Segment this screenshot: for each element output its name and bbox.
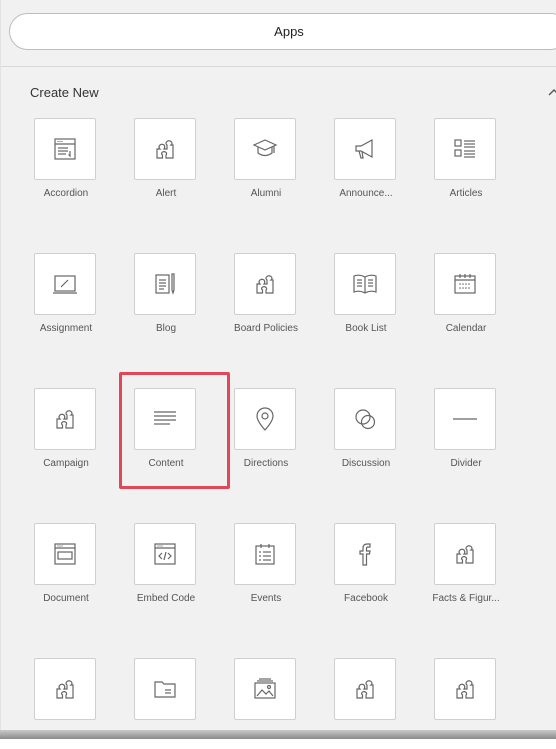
graduation-cap-icon — [252, 139, 278, 157]
tile-label: Divider — [450, 458, 482, 469]
tile-events[interactable]: Events — [234, 523, 296, 604]
tile-assignment[interactable]: Assignment — [34, 253, 96, 334]
megaphone-icon — [355, 138, 373, 159]
tile-embed-code[interactable]: Embed Code — [134, 523, 196, 604]
section-title: Create New — [30, 84, 99, 100]
tile-label: Events — [250, 593, 282, 604]
tile-row5-5[interactable] — [434, 658, 496, 720]
text-lines-icon — [154, 411, 176, 425]
tile-label: Blog — [155, 323, 176, 334]
tile-alumni[interactable]: Alumni — [234, 118, 296, 199]
blog-icon — [155, 273, 175, 295]
app-tile-grid: Accordion Alert Alumni Announce... Artic… — [34, 118, 500, 720]
document-window-icon — [54, 543, 76, 565]
tile-announcements[interactable]: Announce... — [334, 118, 396, 199]
tile-label: Discussion — [341, 458, 391, 469]
apps-button-label: Apps — [274, 24, 304, 39]
code-window-icon — [154, 543, 176, 565]
tile-facts-figures[interactable]: Facts & Figur... — [432, 523, 500, 604]
section-divider — [1, 66, 556, 67]
tile-label: Calendar — [445, 323, 487, 334]
tile-book-list[interactable]: Book List — [334, 253, 396, 334]
tile-label: Alert — [155, 188, 177, 199]
tile-row5-4[interactable] — [334, 658, 396, 720]
create-new-header[interactable]: Create New — [1, 72, 556, 112]
tile-calendar[interactable]: Calendar — [434, 253, 496, 334]
puzzle-icon — [56, 410, 74, 429]
tile-campaign[interactable]: Campaign — [34, 388, 96, 469]
tile-content[interactable]: Content — [119, 372, 230, 489]
tile-label: Book List — [345, 323, 387, 334]
tile-label: Accordion — [43, 188, 89, 199]
tile-label: Board Policies — [234, 323, 298, 334]
tile-row5-2[interactable] — [134, 658, 196, 720]
puzzle-icon — [456, 680, 474, 699]
tile-row5-3[interactable] — [234, 658, 296, 720]
puzzle-icon — [356, 680, 374, 699]
tile-label: Articles — [449, 188, 483, 199]
image-gallery-icon — [254, 678, 276, 699]
tile-label: Facebook — [344, 593, 388, 604]
folder-icon — [154, 681, 176, 698]
assignment-icon — [53, 275, 77, 294]
tile-row5-1[interactable] — [34, 658, 96, 720]
puzzle-icon — [456, 545, 474, 564]
article-list-icon — [454, 139, 475, 158]
tile-label: Facts & Figur... — [432, 593, 500, 604]
puzzle-icon — [256, 275, 274, 294]
accordion-icon — [54, 138, 76, 160]
tile-divider[interactable]: Divider — [434, 388, 496, 469]
apps-button[interactable]: Apps — [9, 13, 556, 50]
tile-label: Announce... — [339, 188, 393, 199]
puzzle-icon — [156, 140, 174, 159]
tile-articles[interactable]: Articles — [434, 118, 496, 199]
tile-discussion[interactable]: Discussion — [334, 388, 396, 469]
chevron-up-icon[interactable] — [547, 87, 556, 97]
tile-label: Alumni — [250, 188, 282, 199]
open-book-icon — [353, 274, 377, 294]
tile-label: Directions — [243, 458, 289, 469]
tile-directions[interactable]: Directions — [234, 388, 296, 469]
tile-label: Document — [43, 593, 89, 604]
panel-bottom-shadow — [0, 730, 556, 739]
tile-label: Content — [148, 458, 184, 469]
tile-document[interactable]: Document — [34, 523, 96, 604]
tile-label: Embed Code — [136, 593, 196, 604]
map-pin-icon — [256, 407, 274, 431]
facebook-icon — [359, 543, 371, 566]
tile-alert[interactable]: Alert — [134, 118, 196, 199]
horizontal-rule-icon — [453, 418, 477, 420]
events-icon — [255, 544, 275, 565]
tile-blog[interactable]: Blog — [134, 253, 196, 334]
tile-label: Campaign — [43, 458, 89, 469]
tile-facebook[interactable]: Facebook — [334, 523, 396, 604]
tile-accordion[interactable]: Accordion — [34, 118, 96, 199]
puzzle-icon — [56, 680, 74, 699]
tile-board-policies[interactable]: Board Policies — [234, 253, 298, 334]
tile-label: Assignment — [39, 323, 93, 334]
apps-panel: Apps Create New Accordion Alert Alumni A… — [0, 0, 556, 738]
chat-bubbles-icon — [355, 409, 376, 430]
calendar-icon — [454, 274, 476, 294]
